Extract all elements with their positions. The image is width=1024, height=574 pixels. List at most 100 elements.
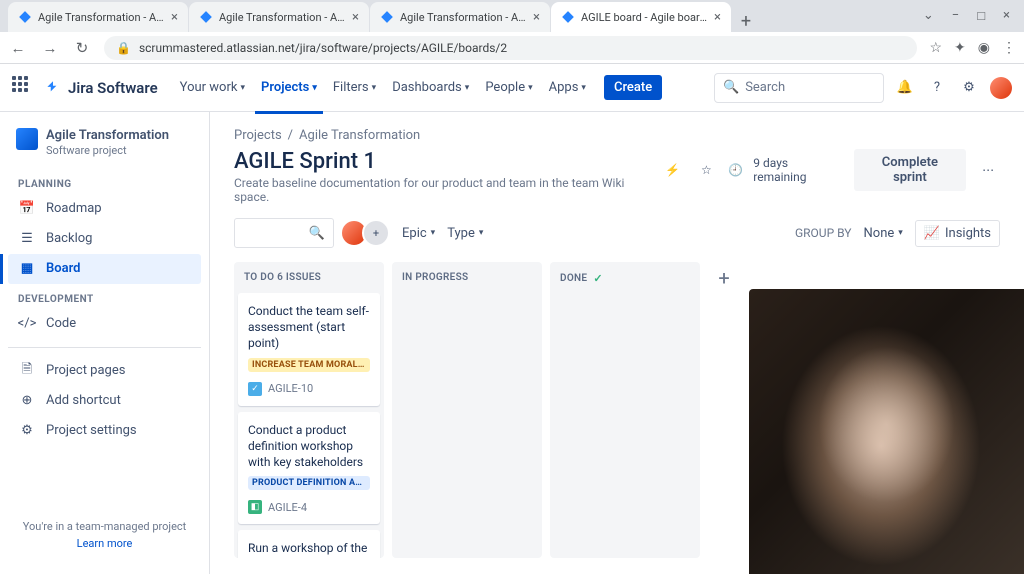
issue-type-icon: ◧ — [248, 500, 262, 514]
group-by-select[interactable]: None▾ — [864, 226, 903, 241]
complete-sprint-button[interactable]: Complete sprint — [854, 149, 967, 191]
app-switcher-icon[interactable] — [12, 76, 36, 100]
sidebar-item-add-shortcut[interactable]: ⊕Add shortcut — [8, 386, 201, 416]
column-header[interactable]: TO DO 6 ISSUES — [234, 262, 384, 293]
jira-logo[interactable]: Jira Software — [44, 79, 158, 97]
chart-icon: 📈 — [924, 226, 940, 241]
nav-projects[interactable]: Projects▾ — [255, 76, 323, 99]
help-icon[interactable]: ? — [926, 77, 948, 99]
search-placeholder: Search — [745, 80, 785, 95]
search-input[interactable]: 🔍 Search — [714, 73, 884, 103]
reload-icon[interactable]: ↻ — [72, 39, 92, 57]
footer-text: You're in a team-managed project — [16, 520, 193, 533]
issue-key: AGILE-4 — [268, 501, 307, 514]
card-title: Conduct a product definition workshop wi… — [248, 422, 370, 471]
add-people-icon[interactable]: + — [362, 219, 390, 247]
sidebar-item-label: Backlog — [46, 231, 92, 246]
sidebar-item-project-settings[interactable]: ⚙Project settings — [8, 416, 201, 446]
tab-title: Agile Transformation - Agile bo — [219, 11, 346, 24]
sidebar-footer: You're in a team-managed project Learn m… — [8, 512, 201, 558]
learn-more-link[interactable]: Learn more — [16, 537, 193, 550]
sidebar-item-project-pages[interactable]: 🗎Project pages — [8, 356, 201, 386]
top-nav: Jira Software Your work▾ Projects▾ Filte… — [0, 64, 1024, 112]
nav-dashboards[interactable]: Dashboards▾ — [386, 76, 475, 99]
chevron-down-icon[interactable]: ⌄ — [923, 8, 934, 24]
breadcrumb-sep: / — [288, 128, 293, 143]
check-icon: ✓ — [593, 272, 603, 285]
sidebar-item-roadmap[interactable]: 📅Roadmap — [8, 194, 201, 224]
group-by-label: GROUP BY — [795, 226, 852, 240]
breadcrumb: Projects / Agile Transformation — [234, 128, 1000, 143]
issue-card[interactable]: Conduct a product definition workshop wi… — [238, 412, 380, 525]
notifications-icon[interactable]: 🔔 — [894, 77, 916, 99]
board-search-input[interactable]: 🔍 — [234, 218, 334, 248]
insights-button[interactable]: 📈Insights — [915, 220, 1000, 247]
chevron-down-icon: ▾ — [528, 83, 533, 93]
column-header[interactable]: DONE✓ — [550, 262, 700, 295]
project-header[interactable]: Agile Transformation Software project — [8, 128, 201, 169]
close-icon[interactable]: × — [533, 10, 540, 25]
new-tab-button[interactable]: + — [732, 11, 760, 32]
settings-icon[interactable]: ⚙ — [958, 77, 980, 99]
type-filter[interactable]: Type▾ — [447, 226, 483, 241]
browser-chrome: Agile Transformation - Agil × Agile Tran… — [0, 0, 1024, 64]
browser-tab[interactable]: Agile Transformation - Agile bo × — [189, 2, 369, 32]
epic-filter[interactable]: Epic▾ — [402, 226, 435, 241]
profile-avatar[interactable] — [990, 77, 1012, 99]
search-icon: 🔍 — [309, 226, 325, 241]
issue-card[interactable]: Conduct the team self-assessment (start … — [238, 293, 380, 406]
forward-icon[interactable]: → — [40, 39, 60, 57]
window-close-icon[interactable]: × — [1003, 8, 1010, 24]
menu-icon[interactable]: ⋮ — [1002, 40, 1016, 56]
sidebar-item-label: Add shortcut — [46, 393, 121, 408]
chevron-down-icon: ▾ — [898, 228, 903, 238]
sidebar-item-label: Code — [46, 316, 76, 331]
epic-badge[interactable]: PRODUCT DEFINITION AND ALIGN... — [248, 476, 370, 490]
browser-tab[interactable]: Agile Transformation - Agil × — [8, 2, 188, 32]
backlog-icon: ☰ — [18, 230, 36, 248]
tab-title: AGILE board - Agile board - Jira — [581, 11, 708, 24]
divider — [8, 347, 201, 348]
column-in-progress: IN PROGRESS — [392, 262, 542, 558]
sidebar-item-board[interactable]: ▦Board — [8, 254, 201, 284]
add-column-button[interactable]: + — [708, 262, 740, 294]
create-button[interactable]: Create — [604, 75, 662, 100]
jira-favicon-icon — [18, 10, 32, 24]
browser-tab-active[interactable]: AGILE board - Agile board - Jira × — [551, 2, 731, 32]
column-header[interactable]: IN PROGRESS — [392, 262, 542, 293]
board-filters: 🔍 + Epic▾ Type▾ GROUP BY None▾ 📈Insights — [234, 218, 1000, 248]
project-type: Software project — [46, 144, 169, 157]
close-icon[interactable]: × — [714, 10, 721, 25]
section-planning: PLANNING — [8, 169, 201, 194]
nav-people[interactable]: People▾ — [479, 76, 538, 99]
sidebar: Agile Transformation Software project PL… — [0, 112, 210, 574]
issue-card[interactable]: Run a workshop of the Definition of Done… — [238, 530, 380, 558]
project-name: Agile Transformation — [46, 128, 169, 144]
sidebar-item-code[interactable]: </>Code — [8, 309, 201, 339]
close-icon[interactable]: × — [171, 10, 178, 25]
sprint-goal: Create baseline documentation for our pr… — [234, 176, 661, 204]
jira-favicon-icon — [199, 10, 213, 24]
search-icon: 🔍 — [723, 80, 739, 95]
star-icon[interactable]: ☆ — [694, 158, 718, 182]
minimize-icon[interactable]: − — [952, 8, 959, 24]
epic-badge[interactable]: INCREASE TEAM MORALE AND TE... — [248, 358, 370, 372]
back-icon[interactable]: ← — [8, 39, 28, 57]
nav-your-work[interactable]: Your work▾ — [174, 76, 251, 99]
browser-tab[interactable]: Agile Transformation - Agile bo × — [370, 2, 550, 32]
breadcrumb-project[interactable]: Agile Transformation — [299, 128, 420, 143]
assignee-filter[interactable]: + — [346, 219, 390, 247]
url-input[interactable]: 🔒 scrummastered.atlassian.net/jira/softw… — [104, 36, 917, 60]
nav-apps[interactable]: Apps▾ — [543, 76, 592, 99]
profile-icon[interactable]: ◉ — [978, 40, 990, 56]
star-icon[interactable]: ☆ — [929, 40, 942, 56]
nav-filters[interactable]: Filters▾ — [327, 76, 382, 99]
more-icon[interactable]: ⋯ — [976, 158, 1000, 182]
automation-icon[interactable]: ⚡ — [661, 158, 685, 182]
breadcrumb-projects[interactable]: Projects — [234, 128, 282, 143]
extension-icon[interactable]: ✦ — [954, 40, 966, 56]
sidebar-item-backlog[interactable]: ☰ Backlog — [8, 224, 201, 254]
maximize-icon[interactable]: □ — [977, 8, 985, 24]
gear-icon: ⚙ — [18, 422, 36, 440]
close-icon[interactable]: × — [352, 10, 359, 25]
